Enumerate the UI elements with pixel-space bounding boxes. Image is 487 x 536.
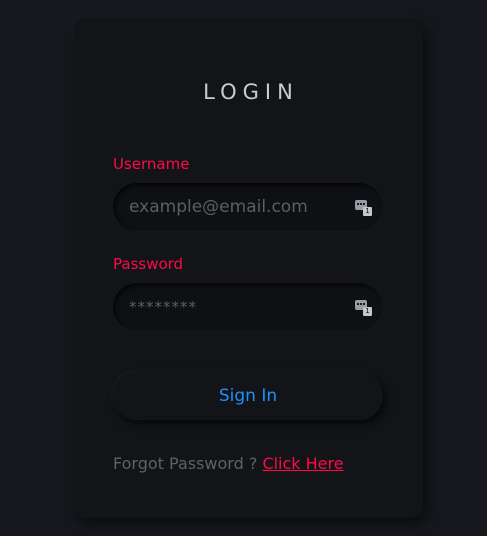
password-manager-key-icon[interactable]	[355, 300, 372, 316]
login-card: LOGIN Username example@email.com Passwor…	[73, 18, 423, 518]
password-label: Password	[113, 255, 184, 273]
password-masked-value: ********	[129, 298, 197, 316]
username-label: Username	[113, 155, 190, 173]
sign-in-button[interactable]: Sign In	[113, 372, 383, 420]
username-placeholder: example@email.com	[129, 197, 308, 217]
forgot-password-row: Forgot Password ? Click Here	[113, 454, 344, 473]
login-title: LOGIN	[203, 80, 299, 104]
click-here-link[interactable]: Click Here	[262, 454, 343, 473]
username-field[interactable]: example@email.com	[113, 183, 383, 231]
password-field[interactable]: ********	[113, 283, 383, 331]
password-manager-key-icon[interactable]	[355, 200, 372, 216]
forgot-password-text: Forgot Password ?	[113, 454, 258, 473]
